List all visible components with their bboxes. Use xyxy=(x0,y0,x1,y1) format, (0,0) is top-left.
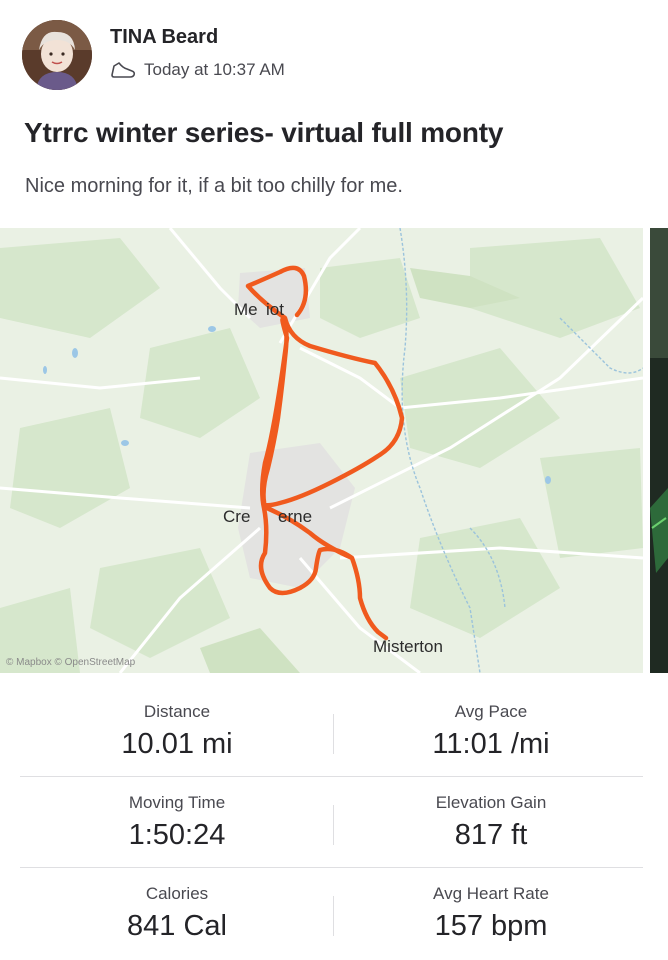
stat-moving-time: Moving Time 1:50:24 xyxy=(22,793,332,852)
stat-calories: Calories 841 Cal xyxy=(22,884,332,943)
avatar[interactable] xyxy=(22,20,92,90)
stat-value: 11:01 /mi xyxy=(432,728,550,760)
svg-text:iot: iot xyxy=(266,300,284,319)
stats-row-1: Distance 10.01 mi Avg Pace 11:01 /mi xyxy=(0,690,643,781)
athlete-name[interactable]: TINA Beard xyxy=(110,26,218,49)
stat-label: Distance xyxy=(143,702,211,721)
route-map[interactable]: Me iot Cre erne Misterton © Mapbox © Ope… xyxy=(0,228,643,673)
activity-title[interactable]: Ytrrc winter series- virtual full monty xyxy=(24,117,503,149)
stat-avg-pace: Avg Pace 11:01 /mi xyxy=(336,702,646,761)
stat-distance: Distance 10.01 mi xyxy=(22,702,332,761)
stat-label: Moving Time xyxy=(128,793,226,812)
map-canvas: Me iot Cre erne Misterton © Mapbox © Ope… xyxy=(0,228,643,673)
row-divider xyxy=(20,867,643,868)
avatar-photo xyxy=(22,20,92,90)
stat-value: 1:50:24 xyxy=(128,819,226,851)
activity-header: TINA Beard Today at 10:37 AM xyxy=(0,0,668,110)
stat-label: Calories xyxy=(145,884,209,903)
row-divider xyxy=(20,776,643,777)
column-divider xyxy=(333,896,334,936)
place-label-misterton: Misterton xyxy=(373,637,443,656)
running-shoe-icon xyxy=(111,62,136,78)
activity-description: Nice morning for it, if a bit too chilly… xyxy=(25,175,403,197)
stat-label: Avg Pace xyxy=(454,702,528,721)
stats-row-2: Moving Time 1:50:24 Elevation Gain 817 f… xyxy=(0,781,643,872)
column-divider xyxy=(333,805,334,845)
svg-text:erne: erne xyxy=(278,507,312,526)
stat-value: 157 bpm xyxy=(434,910,548,942)
stat-value: 841 Cal xyxy=(127,910,227,942)
stat-value: 10.01 mi xyxy=(121,728,233,760)
next-photo-thumbnail[interactable] xyxy=(650,228,668,673)
place-label-crewkerne: Cre xyxy=(223,507,250,526)
stats-row-3: Calories 841 Cal Avg Heart Rate 157 bpm xyxy=(0,872,643,960)
activity-meta: Today at 10:37 AM xyxy=(110,58,285,82)
stat-value: 817 ft xyxy=(454,819,528,851)
place-label-merriott: Me xyxy=(234,300,258,319)
column-divider xyxy=(333,714,334,754)
map-attribution[interactable]: © Mapbox © OpenStreetMap xyxy=(6,657,136,668)
stat-label: Elevation Gain xyxy=(435,793,547,812)
stat-elevation-gain: Elevation Gain 817 ft xyxy=(336,793,646,852)
activity-timestamp: Today at 10:37 AM xyxy=(144,60,285,79)
stat-avg-heart-rate: Avg Heart Rate 157 bpm xyxy=(336,884,646,943)
stat-label: Avg Heart Rate xyxy=(433,884,549,903)
